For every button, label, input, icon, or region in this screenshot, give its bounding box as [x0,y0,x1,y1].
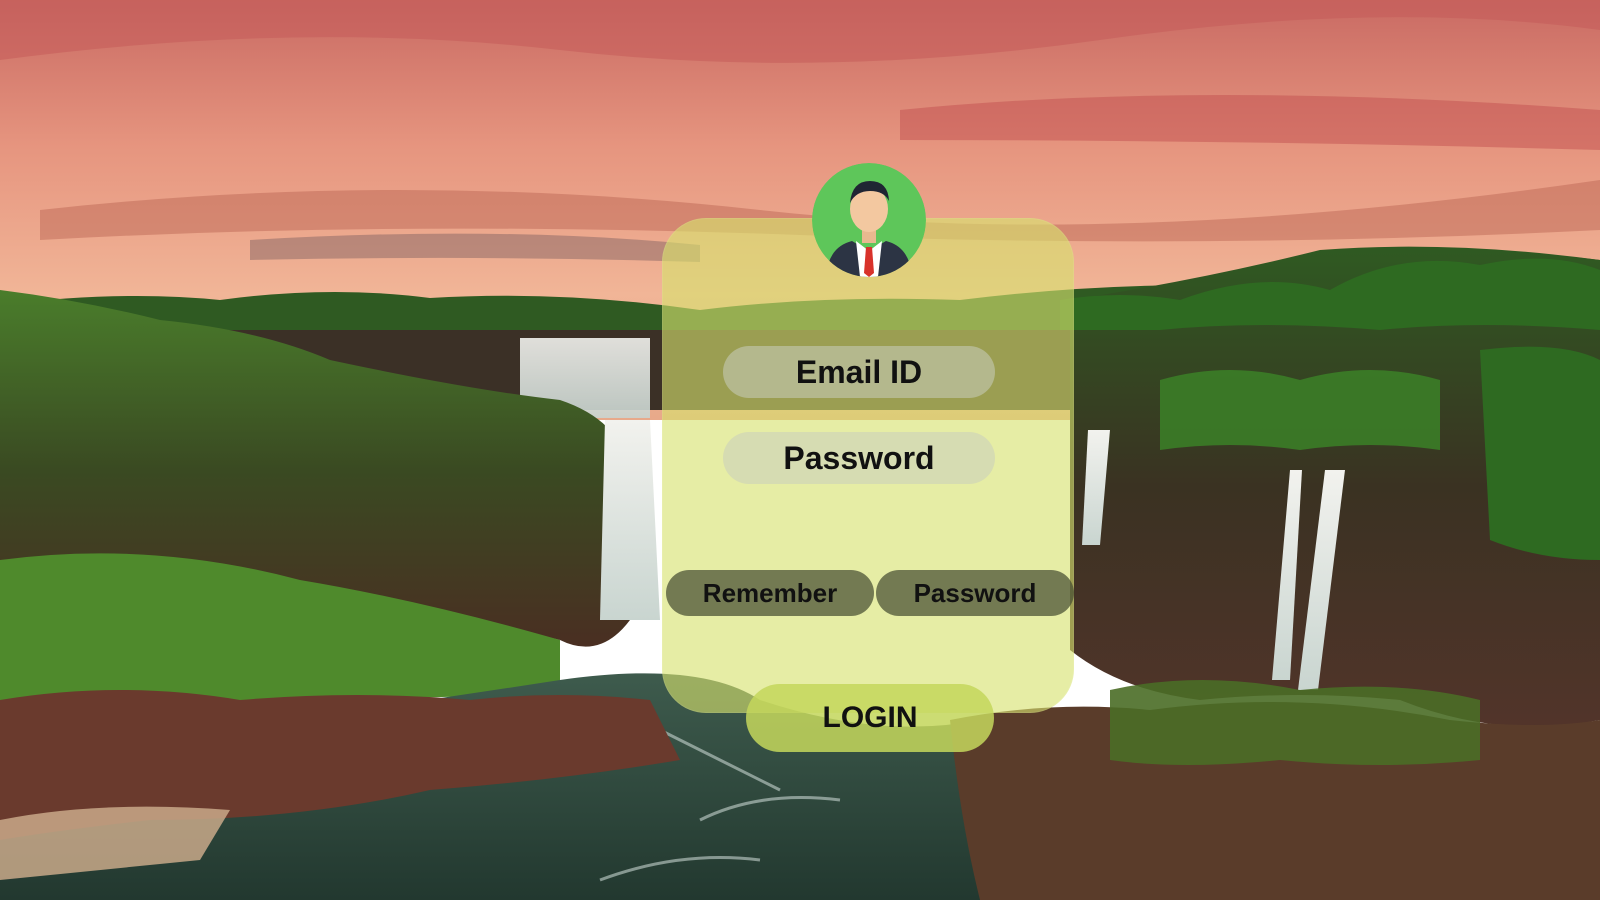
password-field[interactable]: Password [723,432,995,484]
remember-button[interactable]: Remember [666,570,874,616]
login-scene: Email ID Password Remember Password LOGI… [0,0,1600,900]
user-avatar-icon [812,163,926,277]
email-field[interactable]: Email ID [723,346,995,398]
login-button[interactable]: LOGIN [746,684,994,752]
forgot-password-button[interactable]: Password [876,570,1074,616]
